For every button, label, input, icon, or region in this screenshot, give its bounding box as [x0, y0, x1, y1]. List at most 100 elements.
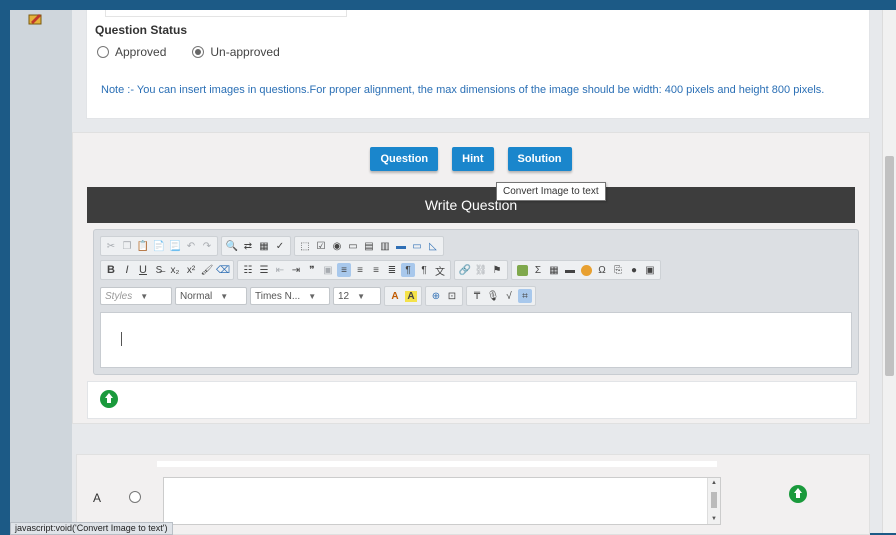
textarea-icon[interactable]: ▤	[362, 239, 376, 253]
select-field-icon[interactable]: ▥	[378, 239, 392, 253]
horizontal-line-icon[interactable]: ▬	[563, 263, 577, 277]
format-value: Normal	[180, 290, 213, 302]
scroll-down-icon[interactable]: ▼	[711, 516, 717, 522]
copy-format-icon[interactable]: 🖌	[200, 263, 214, 277]
checkbox-icon[interactable]: ☑	[314, 239, 328, 253]
align-center-icon[interactable]: ≡	[353, 263, 367, 277]
scroll-up-icon[interactable]: ▲	[711, 480, 717, 486]
select-all-icon[interactable]: ▦	[257, 239, 271, 253]
top-input-edge	[105, 10, 347, 17]
decrease-indent-icon[interactable]: ⇤	[273, 263, 287, 277]
paste-icon[interactable]: 📋	[136, 239, 150, 253]
option-top-strip	[157, 461, 717, 467]
tab-question[interactable]: Question	[370, 147, 439, 171]
redo-icon[interactable]: ↷	[200, 239, 214, 253]
ltr-icon[interactable]: ¶	[401, 263, 415, 277]
remove-format-icon[interactable]: ⌫	[216, 263, 230, 277]
write-question-header: Write Question	[87, 187, 855, 223]
toolbar-row-2: B I U S̶ x₂ x² 🖌 ⌫ ☷ ☰ ⇤ ⇥ ❞ ▣ ≡ ≡ ≡ ≣ ¶…	[100, 260, 661, 280]
iframe-icon[interactable]: ●	[627, 263, 641, 277]
form-group: ⬚ ☑ ◉ ▭ ▤ ▥ ▬ ▭ ◺	[294, 236, 444, 256]
align-right-icon[interactable]: ≡	[369, 263, 383, 277]
rich-text-editor: ✂ ❐ 📋 📄 📃 ↶ ↷ 🔍 ⇄ ▦ ✓ ⬚ ☑ ◉ ▭ ▤ ▥ ▬ ▭ ◺ …	[93, 229, 859, 375]
bulleted-list-icon[interactable]: ☰	[257, 263, 271, 277]
convert-image-to-text-icon[interactable]: ⌗	[518, 289, 532, 303]
convert-image-tooltip: Convert Image to text	[496, 182, 606, 201]
maximize-icon[interactable]: ⊕	[429, 289, 443, 303]
radio-icon[interactable]: ◉	[330, 239, 344, 253]
option-scrollbar[interactable]: ▲ ▼	[707, 478, 720, 524]
math-icon[interactable]: Σ	[531, 263, 545, 277]
copy-icon[interactable]: ❐	[120, 239, 134, 253]
size-value: 12	[338, 290, 350, 302]
justify-icon[interactable]: ≣	[385, 263, 399, 277]
page-scroll-thumb[interactable]	[885, 156, 894, 376]
text-tool-icon[interactable]: ₸	[470, 289, 484, 303]
text-caret	[121, 332, 122, 346]
basic-style-group: B I U S̶ x₂ x² 🖌 ⌫	[100, 260, 234, 280]
anchor-icon[interactable]: ⚑	[490, 263, 504, 277]
tab-solution[interactable]: Solution	[507, 147, 572, 171]
question-edit-area[interactable]	[100, 312, 852, 368]
textfield-icon[interactable]: ▭	[346, 239, 360, 253]
language-icon[interactable]: 文	[433, 263, 447, 278]
replace-icon[interactable]: ⇄	[241, 239, 255, 253]
strikethrough-icon[interactable]: S̶	[152, 263, 166, 277]
blockquote-icon[interactable]: ❞	[305, 263, 319, 277]
approved-radio[interactable]	[97, 46, 109, 58]
page-scrollbar[interactable]	[882, 10, 896, 533]
align-left-icon[interactable]: ≡	[337, 263, 351, 277]
table-icon[interactable]: ▦	[547, 263, 561, 277]
page-break-icon[interactable]: ⎘	[611, 263, 625, 277]
format-dropdown[interactable]: Normal ▼	[175, 287, 247, 305]
font-dropdown[interactable]: Times N... ▼	[250, 287, 330, 305]
find-group: 🔍 ⇄ ▦ ✓	[221, 236, 291, 256]
mic-icon[interactable]: 🎙	[486, 289, 500, 303]
scroll-thumb[interactable]	[711, 492, 717, 508]
toolbar-row-1: ✂ ❐ 📋 📄 📃 ↶ ↷ 🔍 ⇄ ▦ ✓ ⬚ ☑ ◉ ▭ ▤ ▥ ▬ ▭ ◺	[100, 236, 444, 256]
form-icon[interactable]: ⬚	[298, 239, 312, 253]
unlink-icon[interactable]: ⛓	[474, 263, 488, 277]
special-char-icon[interactable]: Ω	[595, 263, 609, 277]
option-upload-icon[interactable]	[789, 485, 807, 503]
rtl-icon[interactable]: ¶	[417, 263, 431, 277]
option-a-radio[interactable]	[129, 491, 141, 503]
upload-icon[interactable]	[100, 390, 118, 408]
unapproved-radio[interactable]	[192, 46, 205, 58]
spellcheck-icon[interactable]: ✓	[273, 239, 287, 253]
increase-indent-icon[interactable]: ⇥	[289, 263, 303, 277]
bg-color-icon[interactable]: A	[404, 289, 418, 303]
option-a-textarea[interactable]: ▲ ▼	[163, 477, 721, 525]
link-icon[interactable]: 🔗	[458, 263, 472, 277]
subscript-icon[interactable]: x₂	[168, 263, 182, 277]
media-icon[interactable]: ▣	[643, 263, 657, 277]
paste-word-icon[interactable]: 📃	[168, 239, 182, 253]
paragraph-group: ☷ ☰ ⇤ ⇥ ❞ ▣ ≡ ≡ ≡ ≣ ¶ ¶ 文	[237, 260, 451, 280]
tab-hint[interactable]: Hint	[452, 147, 494, 171]
chevron-down-icon: ▼	[220, 291, 229, 301]
smiley-icon[interactable]	[579, 263, 593, 277]
cut-icon[interactable]: ✂	[104, 239, 118, 253]
italic-icon[interactable]: I	[120, 263, 134, 277]
styles-value: Styles	[105, 290, 133, 302]
undo-icon[interactable]: ↶	[184, 239, 198, 253]
pencil-icon[interactable]	[28, 12, 44, 26]
find-icon[interactable]: 🔍	[225, 239, 239, 253]
button-field-icon[interactable]: ▬	[394, 239, 408, 253]
show-blocks-icon[interactable]: ⊡	[445, 289, 459, 303]
bold-icon[interactable]: B	[104, 263, 118, 277]
hidden-field-icon[interactable]: ▭	[410, 239, 424, 253]
size-dropdown[interactable]: 12 ▼	[333, 287, 381, 305]
underline-icon[interactable]: U	[136, 263, 150, 277]
text-color-icon[interactable]: A	[388, 289, 402, 303]
formula-icon[interactable]: √	[502, 289, 516, 303]
superscript-icon[interactable]: x²	[184, 263, 198, 277]
create-div-icon[interactable]: ▣	[321, 263, 335, 277]
styles-dropdown[interactable]: Styles ▼	[100, 287, 172, 305]
left-rail	[10, 10, 72, 533]
paste-text-icon[interactable]: 📄	[152, 239, 166, 253]
image-icon[interactable]	[515, 263, 529, 277]
image-button-icon[interactable]: ◺	[426, 239, 440, 253]
numbered-list-icon[interactable]: ☷	[241, 263, 255, 277]
chevron-down-icon: ▼	[308, 291, 317, 301]
